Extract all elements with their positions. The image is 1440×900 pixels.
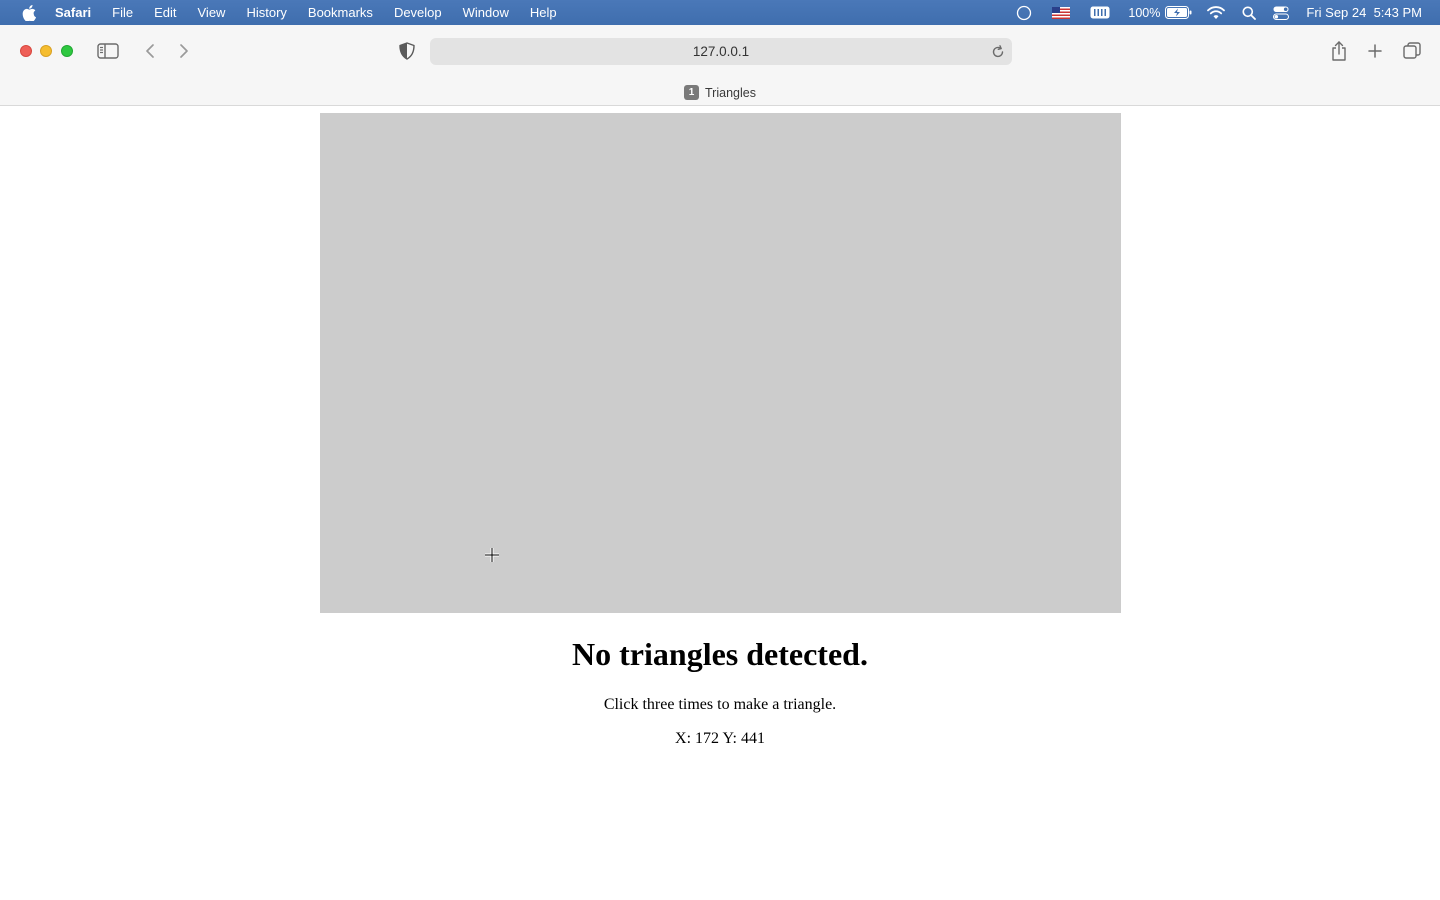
menu-view[interactable]: View — [198, 0, 226, 25]
menubar-clock[interactable]: Fri Sep 24 5:43 PM — [1306, 5, 1422, 20]
back-chevron-icon[interactable] — [140, 41, 160, 61]
menu-help[interactable]: Help — [530, 0, 557, 25]
share-icon[interactable] — [1328, 39, 1350, 63]
triangle-canvas[interactable] — [320, 113, 1121, 613]
forward-chevron-icon[interactable] — [174, 41, 194, 61]
menu-history[interactable]: History — [246, 0, 286, 25]
reload-icon[interactable] — [988, 42, 1008, 62]
tab-bar: 1 Triangles — [0, 80, 1440, 106]
menu-bar: Safari File Edit View History Bookmarks … — [0, 0, 1440, 25]
sidebar-toggle-icon[interactable] — [96, 41, 120, 61]
battery-icon[interactable] — [1164, 0, 1192, 25]
new-tab-plus-icon[interactable] — [1364, 41, 1386, 61]
privacy-shield-icon[interactable] — [397, 41, 417, 61]
crosshair-cursor-icon — [485, 548, 499, 562]
status-area: 100% Fri Sep 24 5:43 PM — [1015, 0, 1440, 25]
cursor-coordinates: X: 172 Y: 441 — [675, 730, 765, 747]
menu-app-safari[interactable]: Safari — [55, 0, 91, 25]
tab-title: Triangles — [705, 85, 756, 100]
menu-file[interactable]: File — [112, 0, 133, 25]
menu-develop[interactable]: Develop — [394, 0, 442, 25]
tab-count-badge: 1 — [684, 85, 700, 100]
minimize-window-button[interactable] — [40, 45, 52, 57]
close-window-button[interactable] — [20, 45, 32, 57]
keyboard-icon[interactable] — [1089, 0, 1111, 25]
address-bar[interactable]: 127.0.0.1 — [430, 38, 1012, 65]
control-center-icon[interactable] — [1272, 0, 1290, 25]
web-page: No triangles detected. Click three times… — [0, 106, 1440, 900]
tab-overview-icon[interactable] — [1401, 40, 1423, 62]
input-source-flag-icon[interactable] — [1051, 0, 1071, 25]
apple-menu-icon[interactable] — [21, 4, 37, 21]
status-headline: No triangles detected. — [572, 636, 868, 672]
menu-window[interactable]: Window — [463, 0, 509, 25]
menu-bookmarks[interactable]: Bookmarks — [308, 0, 373, 25]
wifi-icon[interactable] — [1206, 0, 1226, 25]
tab-triangles[interactable]: 1 Triangles — [684, 85, 756, 100]
instruction-text: Click three times to make a triangle. — [603, 696, 837, 713]
zoom-window-button[interactable] — [61, 45, 73, 57]
siri-circle-icon[interactable] — [1015, 0, 1033, 25]
address-bar-url[interactable]: 127.0.0.1 — [430, 38, 1012, 65]
battery-percent: 100% — [1128, 5, 1161, 20]
spotlight-search-icon[interactable] — [1240, 0, 1258, 25]
menu-edit[interactable]: Edit — [154, 0, 176, 25]
